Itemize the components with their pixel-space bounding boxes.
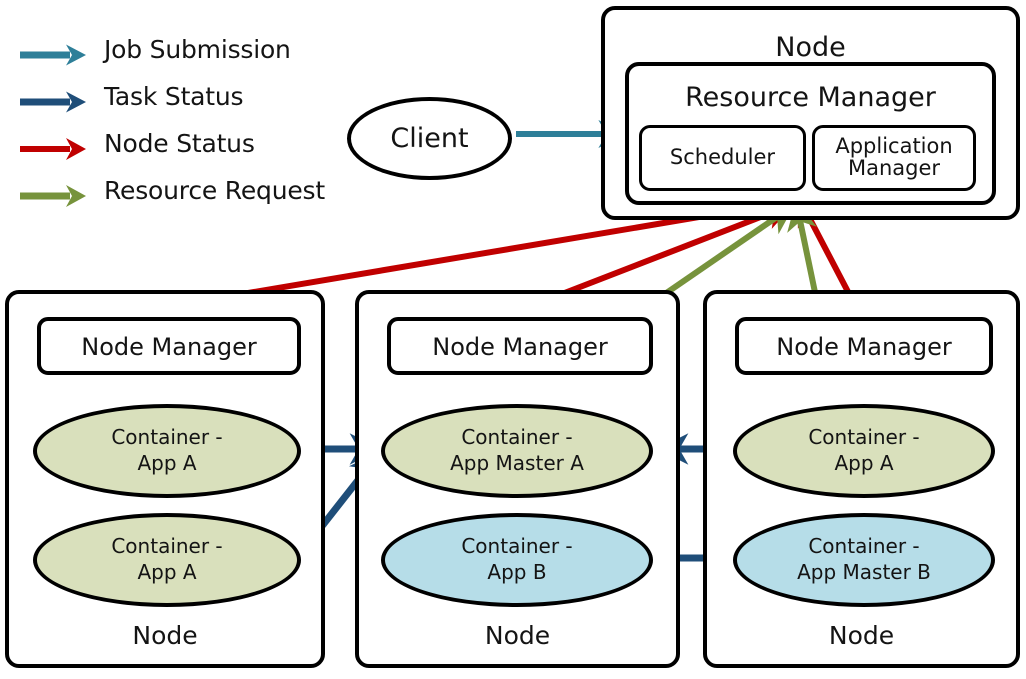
- scheduler-label: Scheduler: [669, 145, 776, 169]
- worker-node-box: Node Manager Container - App Master A Co…: [355, 290, 680, 668]
- container-ellipse: Container - App A: [33, 513, 301, 607]
- client-label: Client: [390, 123, 469, 154]
- container-ellipse: Container - App Master A: [381, 404, 653, 498]
- legend-label-task-status: Task Status: [104, 82, 244, 111]
- node-manager-label: Node Manager: [432, 333, 608, 361]
- application-manager-label: Application Manager: [835, 134, 953, 181]
- arrow-right-icon: [20, 138, 86, 160]
- node-manager-box: Node Manager: [387, 317, 653, 375]
- container-label: Container - App A: [111, 425, 223, 475]
- container-label: Container - App A: [111, 534, 223, 584]
- client-node: Client: [347, 97, 512, 180]
- container-label: Container - App A: [808, 425, 920, 475]
- node-manager-box: Node Manager: [735, 317, 993, 375]
- legend-item-task-status: Task Status: [18, 82, 348, 132]
- arrow-right-icon: [20, 185, 86, 207]
- worker-node-box: Node Manager Container - App A Container…: [703, 290, 1020, 668]
- container-ellipse: Container - App A: [33, 404, 301, 498]
- master-node-title: Node: [775, 32, 846, 63]
- container-ellipse: Container - App A: [733, 404, 995, 498]
- arrow-right-icon: [20, 91, 86, 113]
- scheduler-box: Scheduler: [639, 125, 806, 191]
- legend-item-job-submission: Job Submission: [18, 35, 348, 85]
- container-label: Container - App Master A: [450, 425, 584, 475]
- legend-item-resource-request: Resource Request: [18, 176, 348, 226]
- legend-label-job-submission: Job Submission: [104, 35, 291, 64]
- worker-node-footer-label: Node: [828, 621, 895, 650]
- worker-node-box: Node Manager Container - App A Container…: [5, 290, 325, 668]
- legend: Job Submission Task Status Node Status R…: [18, 35, 348, 226]
- container-ellipse: Container - App Master B: [733, 513, 995, 607]
- application-manager-box: Application Manager: [812, 125, 976, 191]
- container-label: Container - App B: [461, 534, 573, 584]
- worker-node-footer-label: Node: [484, 621, 551, 650]
- resource-manager-title: Resource Manager: [685, 82, 936, 113]
- legend-label-resource-request: Resource Request: [104, 176, 325, 205]
- container-ellipse: Container - App B: [381, 513, 653, 607]
- arrow-right-icon: [20, 44, 86, 66]
- node-manager-label: Node Manager: [776, 333, 952, 361]
- legend-item-node-status: Node Status: [18, 129, 348, 179]
- yarn-architecture-diagram: Job Submission Task Status Node Status R…: [0, 0, 1026, 679]
- node-manager-box: Node Manager: [37, 317, 301, 375]
- worker-node-footer-label: Node: [132, 621, 198, 650]
- node-manager-label: Node Manager: [81, 333, 257, 361]
- legend-label-node-status: Node Status: [104, 129, 255, 158]
- container-label: Container - App Master B: [797, 534, 931, 584]
